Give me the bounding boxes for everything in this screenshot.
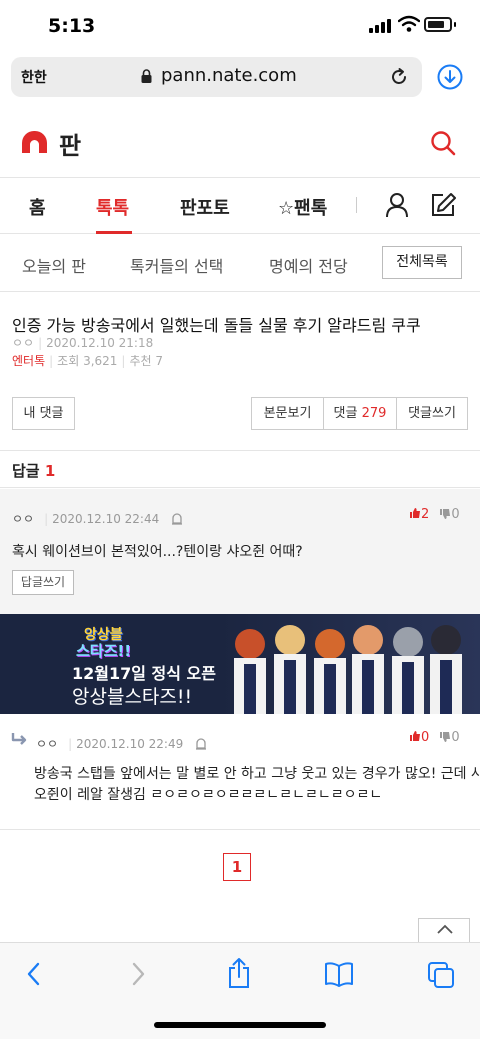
forward-icon[interactable] [128, 961, 148, 987]
post-meta: ㅇㅇ | 2020.12.10 21:18 [12, 336, 154, 350]
nested-comment-author: ㅇㅇ [36, 737, 59, 751]
thumbs-up-icon [410, 508, 420, 518]
post-title: 인증 가능 방송국에서 일했는데 돌들 실물 후기 알랴드림 쿠쿠 [12, 316, 421, 335]
url-text: pann.nate.com [161, 65, 297, 86]
dislike-button[interactable]: 0 [439, 507, 460, 522]
write-icon[interactable] [430, 192, 456, 218]
like-button[interactable]: 0 [409, 730, 433, 745]
battery-tip [454, 22, 456, 27]
tab-toktok[interactable]: 톡톡 [96, 194, 129, 220]
tab-home[interactable]: 홈 [29, 194, 46, 220]
report-icon[interactable] [171, 512, 183, 525]
nested-comment-datetime: 2020.12.10 22:49 [76, 737, 184, 751]
nested-comment-text-line1: 방송국 스탭들 앞에서는 말 별로 안 하고 그냥 웃고 있는 경우가 많오! … [34, 766, 480, 782]
banner-characters-image [220, 614, 480, 714]
text-size-button[interactable]: 한한 [21, 67, 47, 87]
comment-votes: 2 0 [409, 507, 460, 522]
post-stats: 엔터톡 | 조회 3,621 | 추천 7 [12, 354, 163, 368]
main-nav: 홈 톡톡 판포토 ☆팬톡 [0, 178, 480, 234]
nested-reply-arrow-icon [11, 733, 27, 745]
nate-logo-icon[interactable] [22, 131, 47, 153]
nested-comment-text-line2: 오쥔이 레알 잘생김 ㄹㅇㄹㅇㄹㅇㄹㄹㄹㄴㄹㄴㄹㄴㄹㅇㄹㄴ [34, 787, 383, 803]
home-indicator [154, 1022, 326, 1028]
subtab-choice[interactable]: 톡커들의 선택 [130, 253, 223, 277]
nav-divider [356, 197, 357, 213]
tab-fantok[interactable]: ☆팬톡 [278, 194, 327, 220]
logo-text[interactable]: 판 [59, 126, 81, 161]
like-count: 2 [421, 507, 430, 522]
dislike-button[interactable]: 0 [439, 730, 460, 745]
post-views: 조회 3,621 [57, 354, 118, 368]
post-category[interactable]: 엔터톡 [12, 354, 45, 368]
comment-text: 혹시 웨이션브이 본적있어...?텐이랑 샤오쥔 어때? [12, 544, 303, 560]
thumbs-up-icon [410, 731, 420, 741]
thumbs-down-icon [440, 509, 451, 519]
body-view-button[interactable]: 본문보기 [251, 397, 324, 430]
thumbs-down-icon [440, 732, 451, 742]
post-author: ㅇㅇ [12, 336, 35, 350]
user-icon[interactable] [385, 192, 409, 218]
ad-banner[interactable]: 앙상블 스타즈!! 12월17일 정식 오픈 앙상블스타즈!! [0, 614, 480, 714]
reply-section-title: 답글 1 [12, 460, 55, 481]
write-reply-button[interactable]: 댓글쓰기 [396, 397, 468, 430]
reply-section-label: 답글 [12, 462, 40, 480]
dislike-count: 0 [451, 507, 460, 522]
wifi-icon [398, 15, 420, 32]
page-button-current[interactable]: 1 [223, 853, 251, 881]
banner-logo-line2: 스타즈!! [76, 642, 132, 660]
comment-author: ㅇㅇ [12, 512, 35, 526]
subtab-today[interactable]: 오늘의 판 [22, 253, 86, 277]
bookmarks-icon[interactable] [324, 961, 354, 987]
sub-nav: 오늘의 판 톡커들의 선택 명예의 전당 전체목록 [0, 234, 480, 292]
all-list-button[interactable]: 전체목록 [382, 246, 462, 279]
download-icon[interactable] [437, 64, 463, 90]
post-recommend: 추천 7 [129, 354, 163, 368]
cellular-signal-icon [369, 19, 393, 33]
search-icon[interactable] [430, 130, 456, 156]
back-icon[interactable] [24, 961, 44, 987]
status-time: 5:13 [48, 15, 96, 37]
scroll-top-button[interactable] [418, 918, 470, 944]
report-icon[interactable] [195, 737, 207, 750]
comment-meta: ㅇㅇ | 2020.12.10 22:44 [12, 510, 183, 527]
tabs-icon[interactable] [427, 961, 455, 989]
my-reply-button[interactable]: 내 댓글 [12, 397, 75, 430]
address-bar[interactable]: 한한 pann.nate.com [11, 57, 422, 97]
status-bar: 5:13 [0, 0, 480, 50]
reply-count-button[interactable]: 댓글 279 [323, 397, 397, 430]
reply-count: 279 [361, 406, 387, 421]
app-header: 판 [0, 106, 480, 178]
lock-icon [141, 69, 152, 83]
nested-comment-votes: 0 0 [409, 730, 460, 745]
nested-comment-meta: ㅇㅇ | 2020.12.10 22:49 [36, 735, 207, 752]
subtab-hall-of-fame[interactable]: 명예의 전당 [269, 253, 348, 277]
dislike-count: 0 [451, 730, 460, 745]
like-button[interactable]: 2 [409, 507, 433, 522]
banner-date: 12월17일 정식 오픈 [72, 664, 216, 683]
like-count: 0 [421, 730, 430, 745]
comment-datetime: 2020.12.10 22:44 [52, 512, 160, 526]
comment-item: ㅇㅇ | 2020.12.10 22:44 2 0 혹시 웨이션브이 본적있어...… [0, 489, 480, 614]
post-datetime: 2020.12.10 21:18 [46, 336, 154, 350]
reply-section-count: 1 [44, 462, 56, 480]
banner-title: 앙상블스타즈!! [72, 686, 193, 708]
share-icon[interactable] [226, 957, 252, 989]
battery-icon [424, 17, 452, 32]
tab-panphoto[interactable]: 판포토 [180, 194, 230, 220]
comment-reply-button[interactable]: 답글쓰기 [12, 570, 74, 595]
reply-label: 댓글 [333, 406, 358, 421]
divider [0, 829, 480, 830]
reply-section-header: 답글 1 [0, 450, 480, 488]
reload-icon[interactable] [389, 67, 409, 87]
